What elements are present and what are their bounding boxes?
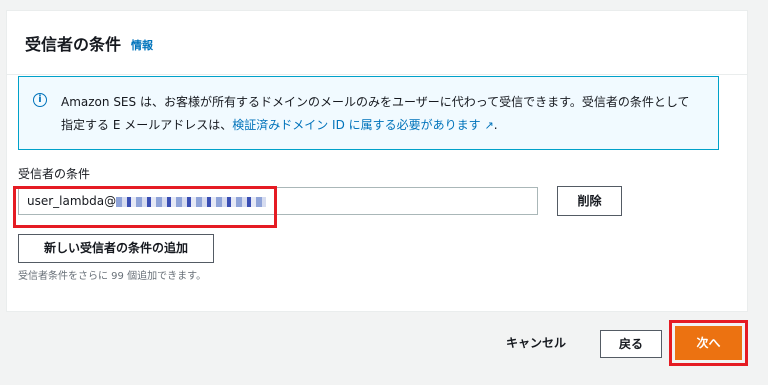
alert-message: Amazon SES は、お客様が所有するドメインのメールのみをユーザーに代わっ… xyxy=(61,91,701,137)
input-highlight-box xyxy=(13,186,277,228)
cancel-button[interactable]: キャンセル xyxy=(506,334,566,351)
panel-header: 受信者の条件 情報 xyxy=(7,11,747,75)
info-alert: i Amazon SES は、お客様が所有するドメインのメールのみをユーザーに代… xyxy=(18,76,719,150)
add-condition-button[interactable]: 新しい受信者の条件の追加 xyxy=(18,234,214,263)
delete-button[interactable]: 削除 xyxy=(557,186,622,216)
verified-domain-link[interactable]: 検証済みドメイン ID に属する必要があります xyxy=(232,118,480,132)
recipient-condition-label: 受信者の条件 xyxy=(18,167,91,181)
external-link-icon[interactable]: ↗ xyxy=(484,119,493,132)
next-button[interactable]: 次へ xyxy=(675,326,742,360)
condition-hint: 受信者条件をさらに 99 個追加できます。 xyxy=(18,271,207,282)
alert-suffix: . xyxy=(493,118,498,132)
back-button[interactable]: 戻る xyxy=(600,330,662,358)
panel-title: 受信者の条件 xyxy=(25,35,122,54)
info-link[interactable]: 情報 xyxy=(131,37,153,53)
info-icon: i xyxy=(33,93,47,107)
